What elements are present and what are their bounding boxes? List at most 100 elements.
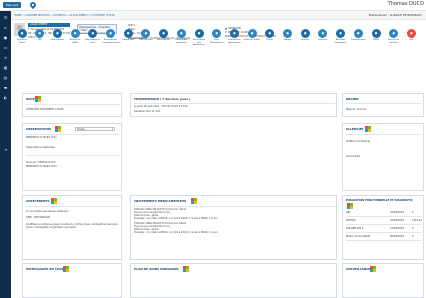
quick-action-liaison[interactable]: ● Fiche de liaison (244, 29, 260, 42)
care-plan-panel: PLAN DE SOINS INDIVIDUEL (130, 263, 337, 298)
treatment-line: Posologie : 1 le matin à 08h00, 1 le mid… (134, 217, 218, 220)
monitoring-title: SURVEILLANCES (346, 267, 373, 271)
windows-logo-icon (191, 198, 197, 204)
quick-action-treatment[interactable]: ● Traitements (120, 29, 136, 42)
quick-action-label: Recherche d'ALD (69, 39, 81, 44)
quick-action-food[interactable]: ● Manger (280, 29, 296, 42)
treatments-panel: TRAITEMENTS MÉDICAMENTEUX TOPALGIC 50MG … (130, 195, 337, 260)
folder-icon[interactable]: ▬ (3, 85, 8, 90)
quick-action-label: Synthèse (Tous) (17, 39, 27, 44)
home-icon[interactable]: ⌂ (3, 25, 8, 30)
windows-logo-icon (370, 266, 376, 272)
chart-icon[interactable]: ▤ (3, 75, 8, 80)
quick-action-label: Fiche de liaison (244, 39, 261, 41)
establishment-label[interactable]: Établissement : CLINIQUE DE BORDEAUX (369, 14, 422, 17)
quick-action-label: Manger (283, 39, 292, 41)
windows-logo-icon (183, 266, 189, 272)
windows-logo-icon (35, 96, 41, 102)
note-panel: NOTE ATTENTION TRAITEMENT À PILER (22, 93, 122, 117)
list-icon[interactable]: ≡ (3, 55, 8, 60)
pill-icon[interactable]: ◐ (3, 95, 8, 100)
quick-action-ald[interactable]: ● Recherche d'ALD (67, 29, 83, 44)
quick-action-observations[interactable]: ● Observations (49, 29, 65, 42)
quick-action-transfer[interactable]: ● Dossier de transfert (386, 29, 402, 44)
user-icon[interactable]: ● (3, 35, 8, 40)
quick-action-label: Observations (50, 39, 65, 41)
ald-icon: ● (70, 29, 80, 38)
user-name[interactable]: Thomas DUCO (388, 1, 424, 7)
quick-action-summary[interactable]: ● Synthèse (Tous) (14, 29, 30, 44)
allergies-title: ALLERGIES (346, 127, 364, 131)
windows-logo-icon (365, 126, 371, 132)
quick-action-label: Fichier (266, 39, 274, 41)
quick-actions-bar: ● Synthèse (Tous) ● GIR ● Observations ● Recher… (14, 29, 422, 49)
table-row[interactable]: Bristol, Score Plakat 20/03/2024 0 (346, 233, 422, 241)
table-row[interactable]: COLLIER LVS 2 15/03/2024 0 (346, 225, 422, 233)
menu-icon[interactable]: ☰ (3, 15, 8, 20)
table-row[interactable]: PATHOS 07/03/2024 1322,22 (346, 217, 422, 225)
calendar-icon[interactable]: ▦ (3, 65, 8, 70)
treatments-title: TRAITEMENTS MÉDICAMENTEUX (134, 199, 187, 203)
breadcrumb[interactable]: HOME > DOSSIER MÉDICAL > PATIENTS > ALLA… (14, 14, 115, 17)
logout-icon[interactable]: ⇥ (3, 147, 8, 152)
file-icon: ● (265, 29, 275, 38)
evaluation-icon: ● (229, 29, 239, 38)
antecedent-item: DMB - DMI GERIAGE (26, 216, 50, 219)
biology-icon: ● (336, 29, 346, 38)
table-row[interactable]: GIR 07/03/2024 2 (346, 209, 422, 217)
my-patients-button[interactable]: Mes pat (3, 2, 21, 8)
care-plan-icon: ● (141, 29, 151, 38)
quick-action-label: Régimes (318, 39, 328, 41)
windows-logo-icon (63, 266, 69, 272)
evaluation-name: COLLIER LVS 2 (346, 227, 364, 230)
treatment-icon: ● (123, 29, 133, 38)
quick-action-parameters[interactable]: ● Surveillance des paramètres (191, 29, 207, 47)
regime-panel: RÉGIME Régime : Normal (342, 93, 424, 117)
observations-filter-select[interactable]: Toutes ▾ (75, 127, 115, 131)
quick-action-pathology[interactable]: ● Pathologies en cours (85, 29, 101, 44)
quick-action-file[interactable]: ● Fichier (262, 29, 278, 42)
gir-icon: ● (35, 29, 45, 38)
regime-value: Régime : Normal (346, 108, 366, 111)
quick-action-monitoring[interactable]: ● Surveillances (156, 29, 172, 42)
quick-action-nsds[interactable]: ● NSDS (368, 29, 384, 42)
quick-action-label: Vaccins (301, 39, 310, 41)
bed-icon[interactable]: ▭ (3, 45, 8, 50)
observations-icon: ● (52, 29, 62, 38)
quick-action-label: Consultation spécialiste (174, 39, 188, 44)
location-pin-icon[interactable] (30, 1, 36, 9)
treatment-line: Posologie : 1 le matin à 08h00, 1 le mid… (134, 231, 218, 234)
quick-action-diet[interactable]: ● Régimes (315, 29, 331, 42)
parameters-icon: ● (194, 29, 204, 38)
pathology-icon: ● (88, 29, 98, 38)
consultation-icon: ● (176, 29, 186, 38)
quick-action-vaccine[interactable]: ● Vaccins (297, 29, 313, 42)
quick-action-gir[interactable]: ● GIR (32, 29, 48, 42)
quick-action-prescription[interactable]: ● Prescriptions complémentaires (103, 29, 121, 44)
breadcrumb-bar: HOME > DOSSIER MÉDICAL > PATIENTS > ALLA… (11, 11, 426, 20)
quick-action-label: Évaluations gériatriques (228, 39, 241, 44)
quick-action-transmissions[interactable]: ● Transmissions (350, 29, 366, 42)
quick-action-telemedicine[interactable]: ● Suivi Télémédecine (209, 29, 225, 44)
quick-action-consultation[interactable]: ● Consultation spécialiste (173, 29, 189, 44)
allergies-panel: ALLERGIES Sulfite (cosmétique) Amoxicill… (342, 123, 424, 191)
evaluation-score: 0 (412, 235, 414, 238)
care-plan-title: PLAN DE SOINS INDIVIDUEL (134, 267, 179, 271)
quick-action-care-plan[interactable]: ● Plan de soins (138, 29, 154, 42)
windows-logo-icon (55, 126, 61, 132)
quick-action-label: Pathologies en cours (85, 39, 101, 44)
quick-action-biology[interactable]: ● Résultats biologiques (333, 29, 349, 44)
evaluation-date: 15/03/2024 (390, 227, 404, 230)
transmissions-icon: ● (353, 29, 363, 38)
observation-date-2: MERCREDI 31 MARS 2021 (26, 165, 57, 168)
summary-icon: ● (17, 29, 27, 38)
windows-logo-icon (51, 198, 57, 204)
food-icon: ● (283, 29, 292, 38)
observations-title: OBSERVATIONS (26, 127, 52, 131)
quick-action-dpi[interactable]: ● DPI (403, 29, 419, 42)
dpi-icon: ● (406, 29, 416, 38)
quick-action-label: Transmissions (351, 39, 366, 41)
quick-action-evaluation[interactable]: ● Évaluations gériatriques (226, 29, 242, 44)
transmission-date: Le jeudi 06 août 2021 - Thomas DUCO à 13… (134, 105, 188, 108)
treatment-list: TOPALGIC 50MG GELULE 50 Comme Sol. Gélul… (134, 208, 334, 234)
